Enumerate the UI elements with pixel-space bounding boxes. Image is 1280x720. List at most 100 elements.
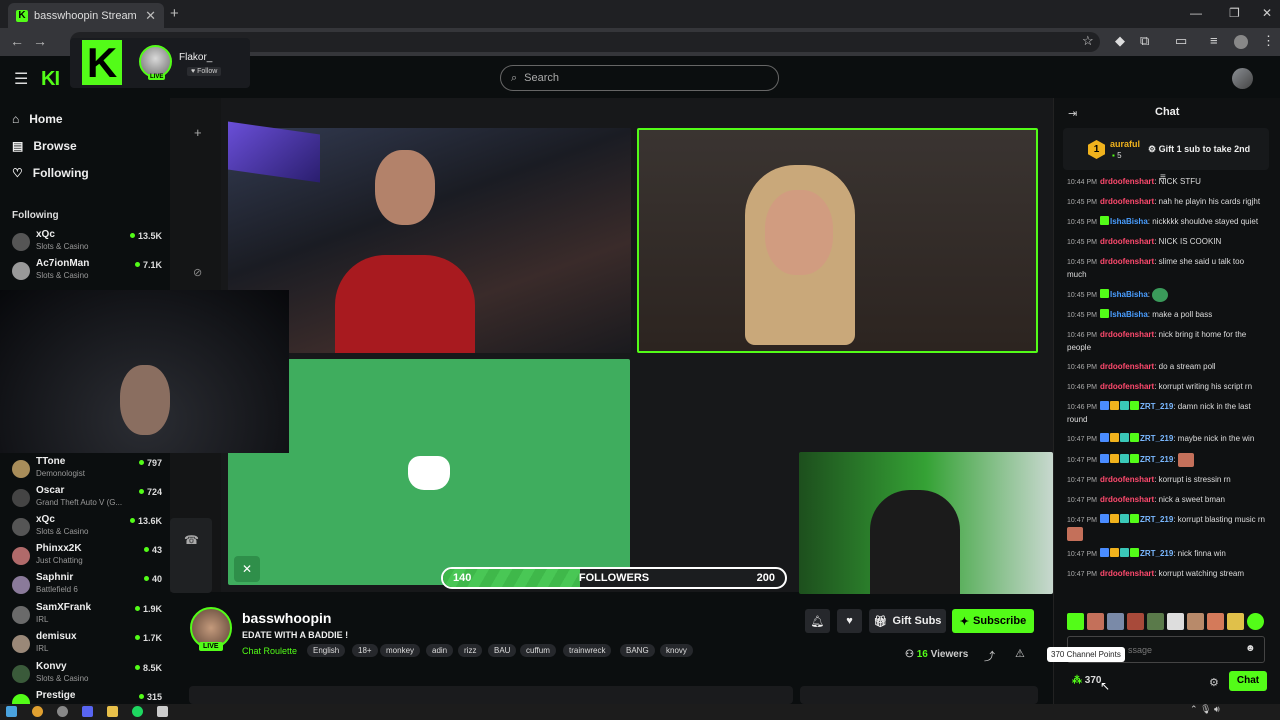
sidebar-channel[interactable]: Saphnir Battlefield 6 40 [12,572,162,600]
message-user[interactable]: ZRT_219 [1140,549,1173,558]
stream-category[interactable]: Chat Roulette [242,646,297,656]
sidebar-item-following[interactable]: ♡ Following [12,166,89,180]
folder-icon[interactable] [107,706,118,717]
sidebar-channel[interactable]: SamXFrank IRL 1.9K [12,602,162,630]
message-user[interactable]: IshaBisha [1110,290,1148,299]
message-user[interactable]: drdoofenshart [1100,257,1154,266]
emote-icon[interactable] [1127,613,1144,630]
emote-icon[interactable] [1107,613,1124,630]
gift-subs-button[interactable]: 🎁︎ Gift Subs [869,609,946,633]
message-user[interactable]: drdoofenshart [1100,382,1154,391]
chrome-icon[interactable] [32,706,43,717]
message-user[interactable]: IshaBisha [1110,310,1148,319]
report-icon[interactable]: ⚠ [1015,647,1025,660]
volume-icon[interactable]: 🔊︎ [1214,704,1220,714]
tag[interactable]: trainwreck [563,644,612,657]
tag[interactable]: English [307,644,346,657]
tag[interactable]: monkey [380,644,421,657]
gift-cta[interactable]: ⚙ Gift 1 sub to take 2nd [1148,144,1250,155]
kick-emote-icon[interactable] [1067,613,1084,630]
streamer-name[interactable]: basswhoopin [242,610,331,626]
menu-dots-icon[interactable]: ⋮ [1262,33,1275,49]
sidebar-item-browse[interactable]: ▤ Browse [12,139,77,153]
tag[interactable]: rizz [458,644,483,657]
network-icon[interactable]: ⌃ [1190,704,1198,714]
tag[interactable]: knovy [660,644,693,657]
message-user[interactable]: ZRT_219 [1140,455,1173,464]
send-chat-button[interactable]: Chat [1229,671,1267,691]
message-user[interactable]: drdoofenshart [1100,330,1154,339]
tag[interactable]: adin [426,644,454,657]
new-tab-icon[interactable]: + [170,5,179,22]
forward-icon[interactable]: → [33,33,47,49]
extension-icon[interactable]: ◆ [1115,33,1125,49]
add-icon[interactable]: + [194,125,202,140]
message-user[interactable]: ZRT_219 [1140,402,1173,411]
sidebar-channel[interactable]: demisux IRL 1.7K [12,631,162,659]
emoji-icon[interactable]: ☻ [1245,643,1256,654]
spotify-icon[interactable] [132,706,143,717]
tag[interactable]: BANG [620,644,655,657]
message-user[interactable]: drdoofenshart [1100,475,1154,484]
search-input[interactable]: ⌕ Search [500,65,779,91]
hangup-icon[interactable]: ☎ [184,533,199,547]
sidebar-channel[interactable]: xQc Slots & Casino 13.6K [12,514,162,542]
puzzle-icon[interactable]: ⧉ [1140,33,1149,49]
kick-logo[interactable]: KI [41,68,60,91]
tag[interactable]: 18+ [352,644,378,657]
sidebar-item-home[interactable]: ⌂ Home [12,112,63,126]
user-avatar[interactable] [1232,68,1253,89]
share-icon[interactable]: ⤴ [984,648,995,664]
profile-avatar-icon[interactable] [1234,35,1248,49]
message-user[interactable]: drdoofenshart [1100,495,1154,504]
emote-icon[interactable] [1167,613,1184,630]
emote-icon[interactable] [1207,613,1224,630]
emote-icon[interactable] [1147,613,1164,630]
app-icon[interactable] [157,706,168,717]
back-icon[interactable]: ← [10,33,24,49]
message-user[interactable]: drdoofenshart [1100,237,1154,246]
message-user[interactable]: IshaBisha [1110,217,1148,226]
emote-icon[interactable] [1227,613,1244,630]
collapse-chat-icon[interactable]: ⇥ [1068,107,1077,120]
window-close-icon[interactable]: ✕ [1262,6,1272,20]
discord-taskbar-icon[interactable] [82,706,93,717]
sidebar-channel[interactable]: Oscar Grand Theft Auto V (G... 724 [12,485,162,513]
mic-icon[interactable]: 🎙︎ [1200,704,1211,714]
emote-picker-icon[interactable] [1247,613,1264,630]
chat-settings-icon[interactable]: ⚙ [1209,676,1219,689]
browser-tab[interactable]: K basswhoopin Stream - Wat ✕ [8,3,164,28]
popup-follow-button[interactable]: ♥ Follow [187,67,222,76]
minimize-icon[interactable]: — [1190,6,1202,20]
sidebar-channel[interactable]: Ac7ionMan Slots & Casino 7.1K [12,258,162,286]
playlist-icon[interactable]: ≡ [1210,33,1218,48]
message-user[interactable]: drdoofenshart [1100,197,1154,206]
emote-icon[interactable] [1187,613,1204,630]
restore-icon[interactable]: ❐ [1229,6,1240,20]
cast-icon[interactable]: ▭ [1175,33,1187,49]
message-user[interactable]: ZRT_219 [1140,515,1173,524]
notification-bell-button[interactable]: 🔔︎ [805,609,830,633]
subscribe-button[interactable]: ✦ Subscribe [952,609,1034,633]
tag[interactable]: cuffum [520,644,556,657]
sidebar-channel[interactable]: xQc Slots & Casino 13.5K [12,229,162,257]
hamburger-menu-icon[interactable]: ☰ [14,69,28,89]
tab-close-icon[interactable]: ✕ [145,8,156,24]
sidebar-channel[interactable]: Phinxx2K Just Chatting 43 [12,543,162,571]
windows-start-icon[interactable] [6,706,17,717]
follow-heart-button[interactable]: ♥ [837,609,862,633]
mute-icon[interactable]: ✕ [234,556,260,582]
sidebar-channel[interactable]: Prestige 315 [12,690,162,704]
gifter-name[interactable]: auraful [1110,139,1140,149]
sidebar-channel[interactable]: TTone Demonologist 797 [12,456,162,484]
message-user[interactable]: drdoofenshart [1100,569,1154,578]
bookmark-star-icon[interactable]: ☆ [1082,33,1094,49]
emote-icon[interactable] [1087,613,1104,630]
app-icon[interactable] [57,706,68,717]
sidebar-channel[interactable]: Konvy Slots & Casino 8.5K [12,661,162,689]
tag[interactable]: BAU [488,644,517,657]
message-user[interactable]: ZRT_219 [1140,434,1173,443]
channel-points[interactable]: ⁂ 370 [1072,675,1101,686]
message-user[interactable]: drdoofenshart [1100,177,1154,186]
message-user[interactable]: drdoofenshart [1100,362,1154,371]
